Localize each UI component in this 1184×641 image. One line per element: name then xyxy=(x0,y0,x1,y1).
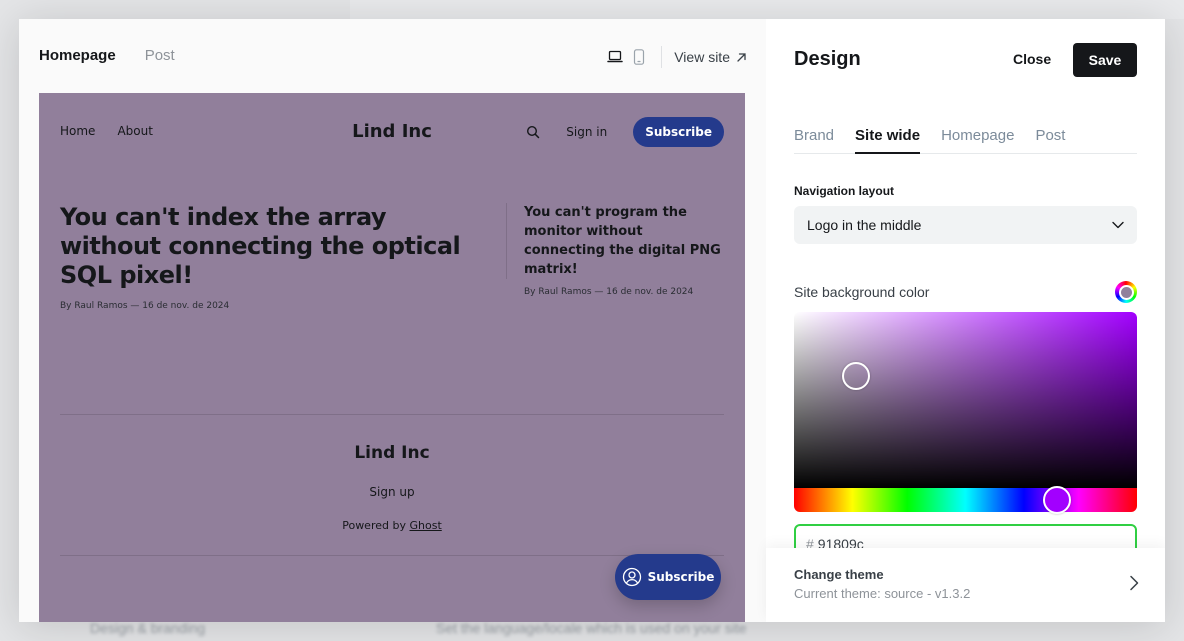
saturation-value-picker[interactable] xyxy=(794,312,1137,488)
preview-tabs: Homepage Post xyxy=(39,47,175,64)
floating-subscribe-button[interactable]: Subscribe xyxy=(615,554,721,600)
floating-subscribe-label: Subscribe xyxy=(647,570,715,584)
arrow-up-right-icon xyxy=(737,52,746,62)
background-top-strip xyxy=(350,0,1184,19)
hue-handle[interactable] xyxy=(1043,486,1071,514)
user-circle-icon xyxy=(622,567,641,587)
settings-pane: Design Close Save Brand Site wide Homepa… xyxy=(766,19,1165,622)
settings-tabs: Brand Site wide Homepage Post xyxy=(794,127,1137,154)
change-theme-panel[interactable]: Change theme Current theme: source - v1.… xyxy=(766,548,1165,622)
post-divider xyxy=(506,203,507,279)
tab-brand[interactable]: Brand xyxy=(794,127,834,154)
toolbar-divider xyxy=(661,46,663,68)
footer-sign-up[interactable]: Sign up xyxy=(39,485,745,499)
mobile-icon[interactable] xyxy=(627,47,651,67)
search-icon[interactable] xyxy=(526,125,540,139)
powered-by-text: Powered by xyxy=(342,519,410,532)
change-theme-title: Change theme xyxy=(794,567,884,582)
site-actions: Sign in Subscribe xyxy=(526,117,724,147)
hue-slider[interactable] xyxy=(794,486,1137,514)
navigation-layout-select[interactable]: Logo in the middle xyxy=(794,206,1137,244)
footer-bottom-divider xyxy=(60,555,724,556)
preview-tab-homepage[interactable]: Homepage xyxy=(39,47,116,64)
background-description: Set the language/locale which is used on… xyxy=(436,620,747,636)
preview-pane: Homepage Post View site Home About Lind … xyxy=(19,19,766,622)
navigation-layout-label: Navigation layout xyxy=(794,184,895,198)
navigation-layout-value: Logo in the middle xyxy=(807,217,922,233)
main-post-meta: By Raul Ramos — 16 de nov. de 2024 xyxy=(60,301,230,311)
footer-top-divider xyxy=(60,414,724,415)
footer-logo[interactable]: Lind Inc xyxy=(39,443,745,463)
site-subscribe-button[interactable]: Subscribe xyxy=(633,117,724,147)
save-button[interactable]: Save xyxy=(1073,43,1137,77)
side-post-title: You can't program the monitor without co… xyxy=(524,205,721,277)
site-background-color-label: Site background color xyxy=(794,284,930,300)
background-sidebar-item: Design & branding xyxy=(90,620,206,636)
main-post-title: You can't index the array without connec… xyxy=(60,203,461,289)
site-preview: Home About Lind Inc Sign in Subscribe Yo… xyxy=(39,93,745,622)
footer-powered-by: Powered by Ghost xyxy=(39,519,745,532)
ghost-link[interactable]: Ghost xyxy=(409,519,441,532)
chevron-down-icon xyxy=(1112,221,1124,229)
tab-site-wide[interactable]: Site wide xyxy=(855,127,921,154)
preview-tab-post[interactable]: Post xyxy=(145,47,175,64)
preview-toolbar: View site xyxy=(603,46,747,68)
chevron-right-icon xyxy=(1130,575,1139,591)
saturation-handle[interactable] xyxy=(842,362,870,390)
color-swatch-button[interactable] xyxy=(1115,281,1137,303)
current-color-swatch xyxy=(1118,284,1134,300)
laptop-icon[interactable] xyxy=(603,47,627,67)
view-site-link[interactable]: View site xyxy=(674,49,747,65)
site-sign-in[interactable]: Sign in xyxy=(566,125,607,139)
view-site-label: View site xyxy=(674,49,730,65)
close-button[interactable]: Close xyxy=(1013,51,1051,67)
tab-homepage[interactable]: Homepage xyxy=(941,127,1014,154)
tab-post[interactable]: Post xyxy=(1035,127,1065,154)
design-modal: Homepage Post View site Home About Lind … xyxy=(19,19,1165,622)
side-post[interactable]: You can't program the monitor without co… xyxy=(524,203,724,297)
current-theme-label: Current theme: source - v1.3.2 xyxy=(794,586,971,601)
settings-title: Design xyxy=(794,48,861,70)
side-post-meta: By Raul Ramos — 16 de nov. de 2024 xyxy=(524,287,694,297)
main-post[interactable]: You can't index the array without connec… xyxy=(60,203,480,311)
